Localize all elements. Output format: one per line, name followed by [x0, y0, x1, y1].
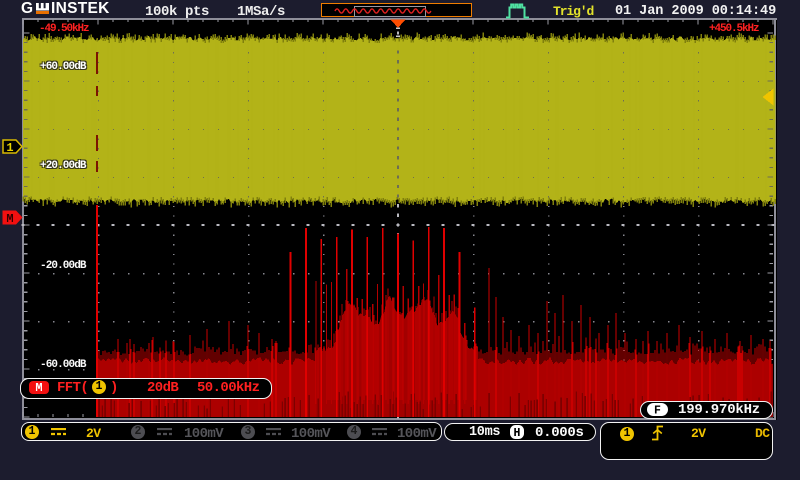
svg-text:F: F: [654, 404, 661, 415]
svg-text:1: 1: [6, 141, 13, 154]
svg-text:H: H: [514, 427, 521, 439]
svg-text:M: M: [6, 212, 13, 225]
